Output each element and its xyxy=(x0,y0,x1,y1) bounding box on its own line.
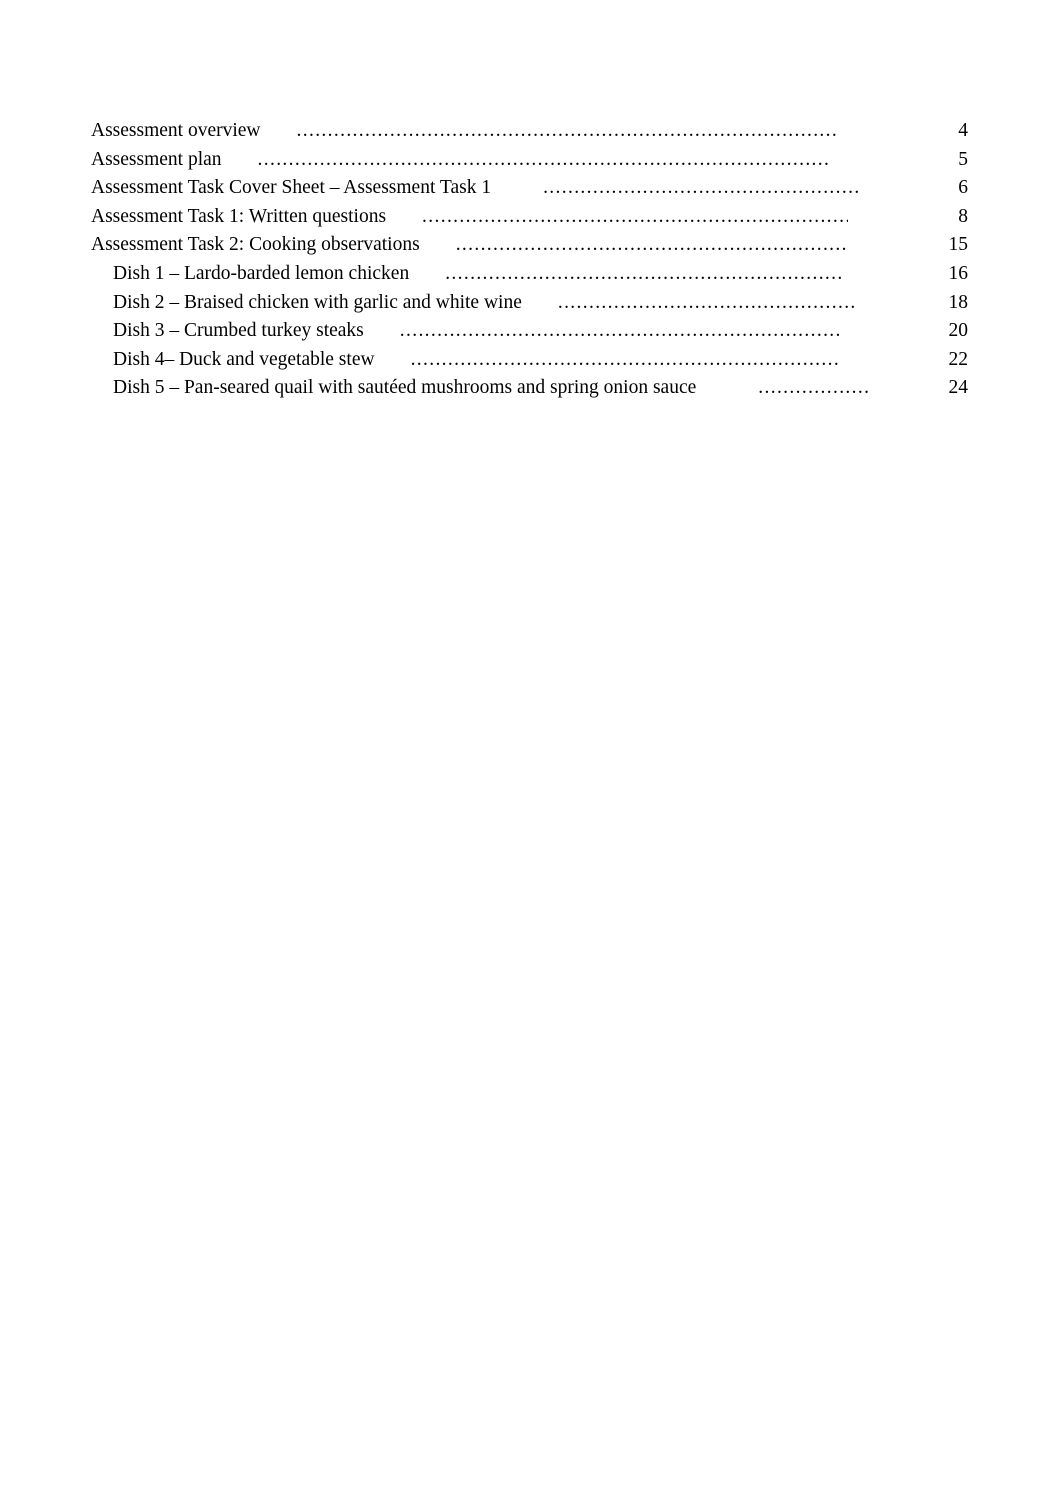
toc-entry[interactable]: Assessment Task 1: Written questions....… xyxy=(91,203,968,232)
toc-entry[interactable]: Dish 2 – Braised chicken with garlic and… xyxy=(91,289,968,318)
toc-page-number: 24 xyxy=(948,377,969,399)
toc-entry-label: Dish 1 – Lardo-barded lemon chicken xyxy=(113,262,410,284)
toc-entry[interactable]: Assessment overview.....................… xyxy=(91,117,968,146)
toc-dot-leader: ........................................… xyxy=(455,235,848,255)
toc-dot-leader: ........................................… xyxy=(410,349,840,370)
table-of-contents: Assessment overview.....................… xyxy=(91,117,968,403)
toc-page-number: 5 xyxy=(958,148,968,170)
toc-entry-label: Assessment Task Cover Sheet – Assessment… xyxy=(91,177,492,199)
toc-entry[interactable]: Dish 4– Duck and vegetable stew.........… xyxy=(91,346,968,375)
toc-page-number: 20 xyxy=(948,320,969,342)
toc-entry-label: Dish 4– Duck and vegetable stew xyxy=(113,348,375,370)
toc-page-number: 6 xyxy=(958,177,968,199)
toc-page-number: 16 xyxy=(948,262,969,284)
toc-entry[interactable]: Dish 3 – Crumbed turkey steaks..........… xyxy=(91,317,968,346)
toc-dot-leader: ........................................… xyxy=(445,263,842,284)
toc-entry[interactable]: Dish 1 – Lardo-barded lemon chicken.....… xyxy=(91,260,968,289)
toc-entry-label: Assessment overview xyxy=(91,120,261,141)
toc-dot-leader: ........................................… xyxy=(758,378,870,398)
toc-dot-leader: ........................................… xyxy=(422,206,848,227)
toc-dot-leader: ........................................… xyxy=(257,149,830,170)
toc-entry-label: Dish 3 – Crumbed turkey steaks xyxy=(113,320,364,342)
toc-entry[interactable]: Assessment Task Cover Sheet – Assessment… xyxy=(91,174,968,203)
toc-page-number: 15 xyxy=(948,234,969,256)
toc-entry-label: Dish 5 – Pan-seared quail with sautéed m… xyxy=(113,377,697,399)
toc-dot-leader: ........................................… xyxy=(296,121,836,141)
toc-entry-label: Assessment plan xyxy=(91,148,222,170)
toc-entry[interactable]: Assessment Task 2: Cooking observations.… xyxy=(91,231,968,260)
toc-entry[interactable]: Assessment plan.........................… xyxy=(91,146,968,175)
toc-page-number: 22 xyxy=(948,348,969,370)
toc-dot-leader: ........................................… xyxy=(557,292,854,313)
toc-page-number: 8 xyxy=(958,205,968,227)
toc-dot-leader: ........................................… xyxy=(399,321,842,341)
toc-entry[interactable]: Dish 5 – Pan-seared quail with sautéed m… xyxy=(91,374,968,403)
toc-page-number: 18 xyxy=(948,291,969,313)
document-page: Assessment overview.....................… xyxy=(0,0,1062,1506)
toc-page-number: 4 xyxy=(958,120,968,141)
toc-dot-leader: ........................................… xyxy=(543,178,860,198)
toc-entry-label: Assessment Task 1: Written questions xyxy=(91,205,387,227)
toc-entry-label: Assessment Task 2: Cooking observations xyxy=(91,234,420,256)
toc-entry-label: Dish 2 – Braised chicken with garlic and… xyxy=(113,291,522,313)
